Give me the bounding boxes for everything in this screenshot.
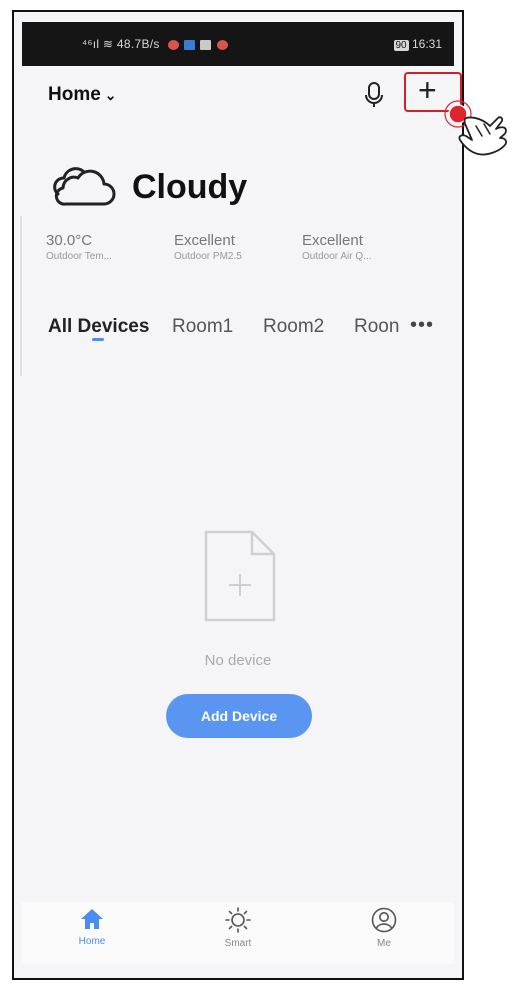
stat-label: Outdoor PM2.5 bbox=[174, 251, 242, 262]
cloud-icon bbox=[53, 167, 116, 206]
notification-app2-icon bbox=[216, 39, 228, 50]
add-document-icon bbox=[204, 530, 276, 622]
more-tabs-icon[interactable]: ••• bbox=[410, 314, 434, 337]
notification-heart-icon bbox=[167, 39, 179, 50]
home-selector[interactable]: Home ⌄ bbox=[48, 84, 117, 106]
tab-room3[interactable]: Roon bbox=[354, 316, 399, 338]
nav-label: Home bbox=[78, 936, 106, 947]
nav-label: Smart bbox=[224, 938, 252, 949]
stat-pm25[interactable]: Excellent Outdoor PM2.5 bbox=[174, 232, 302, 262]
pointing-hand-icon bbox=[444, 100, 507, 156]
weather-stats: 30.0°C Outdoor Tem... Excellent Outdoor … bbox=[46, 232, 430, 262]
chevron-down-icon: ⌄ bbox=[104, 87, 117, 103]
battery-level: 90 bbox=[393, 40, 409, 51]
network-status: ⁴⁶ıl ≋ 48.7B/s bbox=[82, 37, 160, 51]
stat-air-quality[interactable]: Excellent Outdoor Air Q... bbox=[302, 232, 430, 262]
user-circle-icon bbox=[371, 907, 397, 933]
side-divider bbox=[20, 216, 22, 376]
stat-value: 30.0°C bbox=[46, 232, 93, 249]
room-tabs: All Devices Room1 Room2 Roon bbox=[48, 316, 448, 346]
stat-label: Outdoor Air Q... bbox=[302, 251, 372, 262]
tab-all-devices[interactable]: All Devices bbox=[48, 316, 149, 338]
nav-me[interactable]: Me bbox=[354, 906, 414, 949]
stat-value: Excellent bbox=[174, 232, 235, 249]
app-screen: Home ⌄ + Cloudy 30.0°C Outdoor Tem... Exc… bbox=[20, 66, 462, 972]
nav-home[interactable]: Home bbox=[62, 906, 122, 947]
stat-value: Excellent bbox=[302, 232, 363, 249]
microphone-icon[interactable] bbox=[362, 80, 386, 110]
home-selector-label: Home bbox=[48, 84, 101, 105]
sun-icon bbox=[225, 907, 251, 933]
tab-room1[interactable]: Room1 bbox=[172, 316, 233, 338]
notification-app-icon bbox=[184, 39, 196, 50]
plus-icon: + bbox=[418, 72, 437, 108]
home-icon bbox=[81, 909, 103, 929]
weather-condition: Cloudy bbox=[132, 167, 248, 206]
nav-smart[interactable]: Smart bbox=[208, 906, 268, 949]
active-tab-indicator bbox=[92, 338, 104, 341]
stat-temperature[interactable]: 30.0°C Outdoor Tem... bbox=[46, 232, 174, 262]
nav-label: Me bbox=[377, 938, 391, 949]
bottom-nav: Home Smart Me bbox=[22, 902, 454, 964]
add-device-cta-button[interactable]: Add Device bbox=[166, 694, 312, 738]
status-right: 90 16:31 bbox=[393, 37, 442, 51]
weather-summary: Cloudy bbox=[48, 164, 247, 210]
notification-icons bbox=[166, 37, 228, 51]
tab-room2[interactable]: Room2 bbox=[263, 316, 324, 338]
empty-state-message: No device bbox=[204, 652, 272, 669]
stat-label: Outdoor Tem... bbox=[46, 251, 112, 262]
clock: 16:31 bbox=[411, 37, 442, 51]
status-bar: ⁴⁶ıl ≋ 48.7B/s 90 16:31 bbox=[22, 22, 454, 66]
notification-mail-icon bbox=[200, 39, 212, 50]
